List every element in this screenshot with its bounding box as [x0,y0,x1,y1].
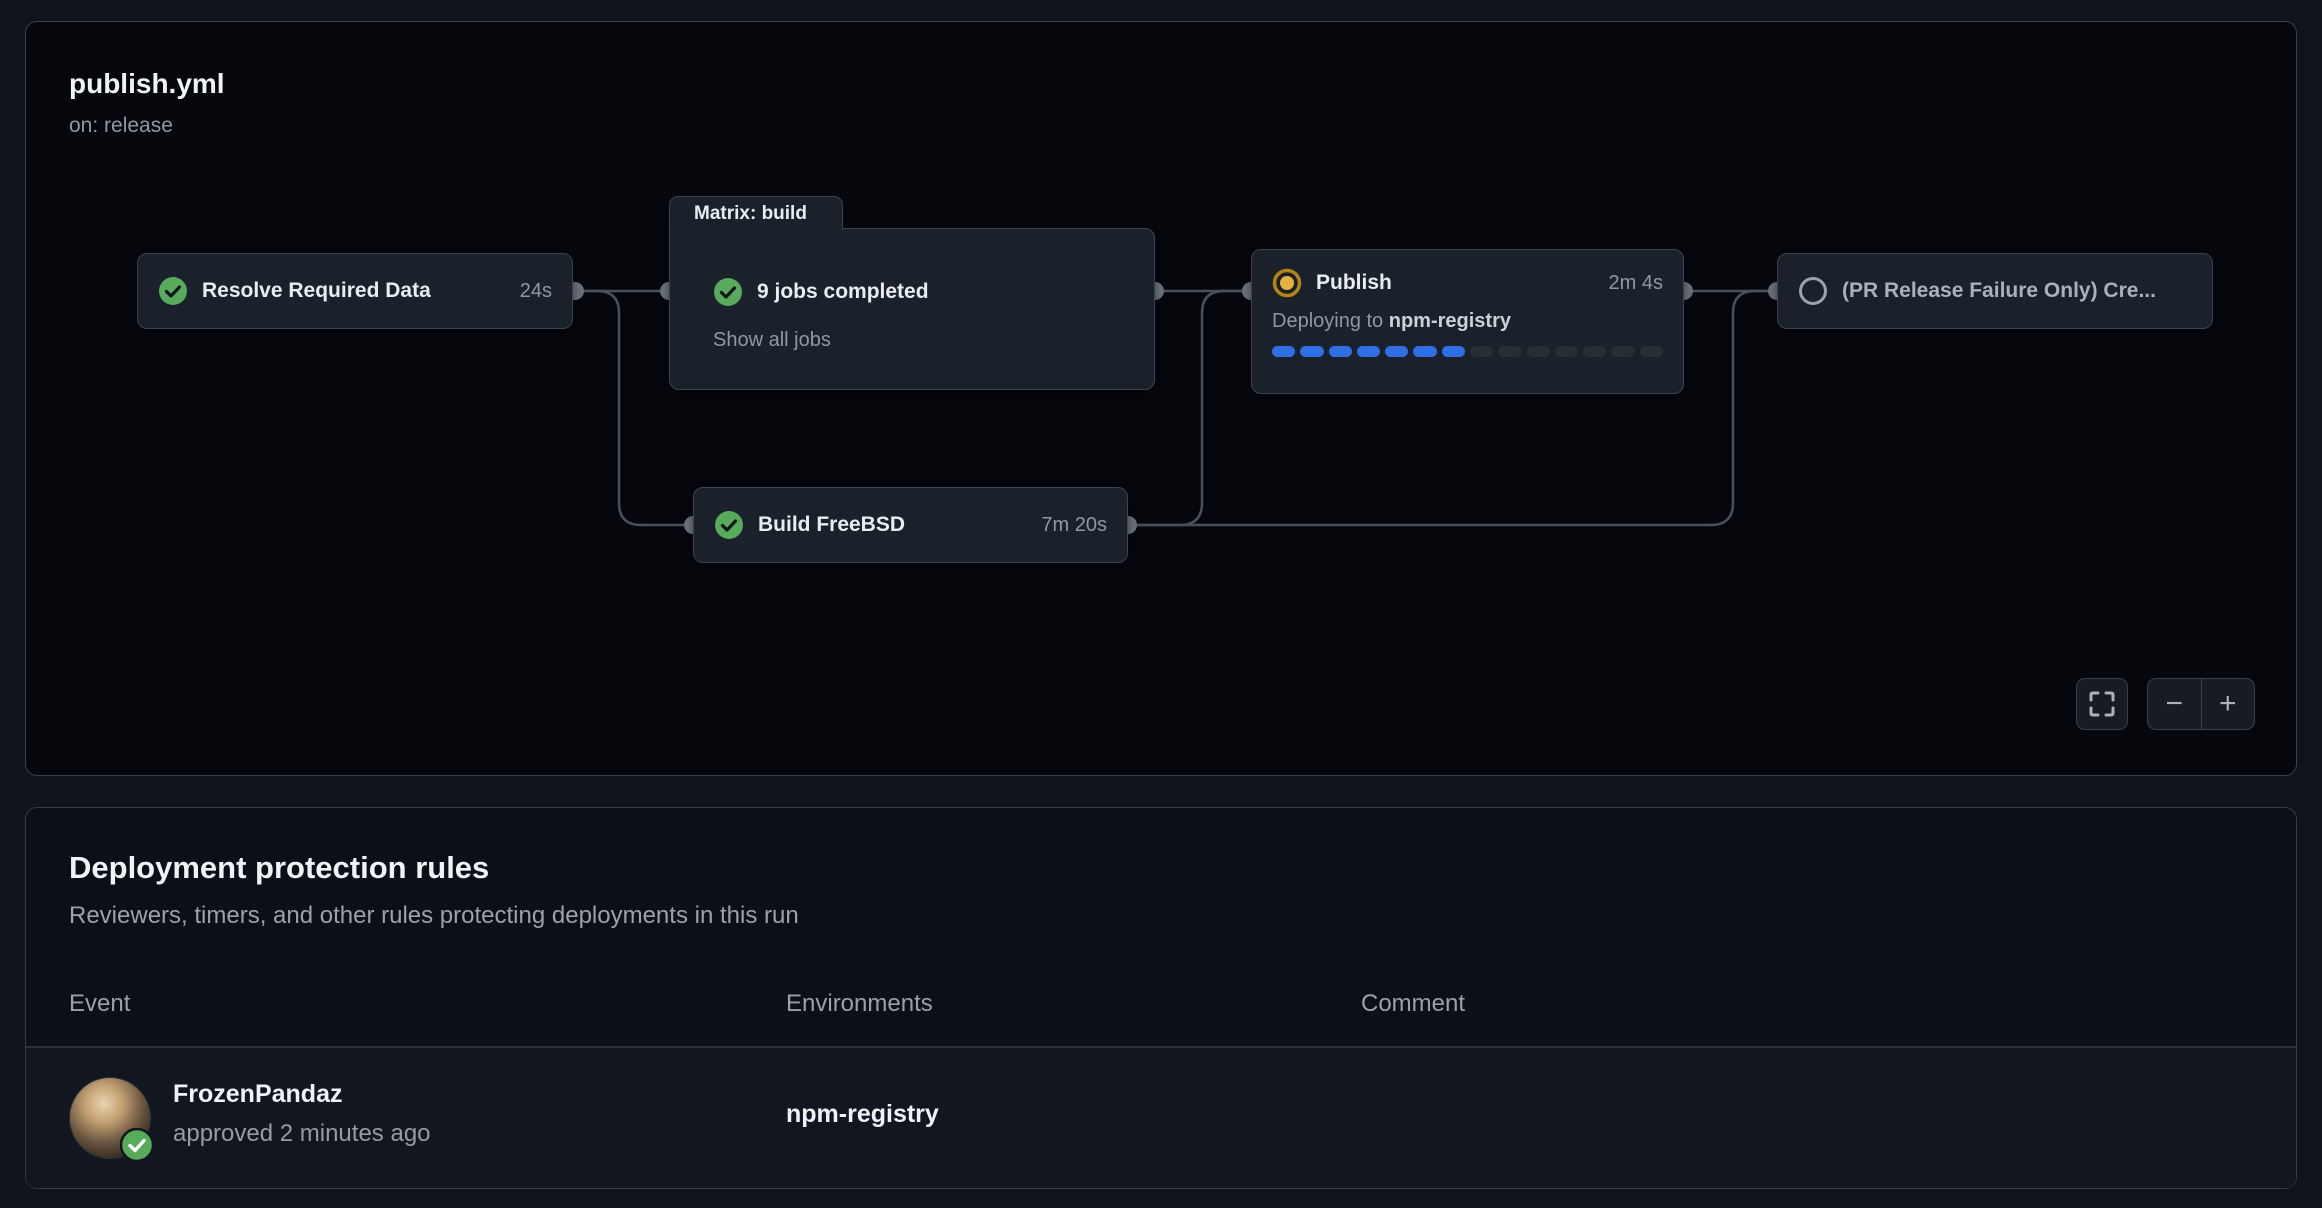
node-pr-release-failure[interactable]: (PR Release Failure Only) Cre... [1777,253,2213,329]
column-header-environments: Environments [786,990,933,1018]
in-progress-icon [1272,268,1302,298]
workflow-title: publish.yml [69,68,225,100]
column-header-comment: Comment [1361,990,1465,1018]
protection-subtitle: Reviewers, timers, and other rules prote… [69,902,799,930]
show-all-jobs-link[interactable]: Show all jobs [713,329,831,352]
deploy-status-text: Deploying to npm-registry [1272,310,1663,333]
environment-name: npm-registry [786,1100,939,1129]
progress-segment [1329,346,1352,357]
node-matrix-build[interactable]: 9 jobs completed Show all jobs [669,228,1155,390]
zoom-out-button[interactable]: − [2148,679,2202,729]
deploy-target: npm-registry [1389,310,1511,332]
progress-segment [1357,346,1380,357]
table-row: FrozenPandaz approved 2 minutes ago npm-… [26,1048,2296,1189]
progress-segment [1583,346,1606,357]
matrix-group-tab: Matrix: build [669,196,843,230]
progress-segment [1611,346,1634,357]
node-label: Publish [1316,271,1392,295]
protection-title: Deployment protection rules [69,850,489,886]
avatar[interactable] [69,1077,151,1159]
progress-segment [1300,346,1323,357]
column-header-event: Event [69,990,130,1018]
node-label: Resolve Required Data [202,279,431,303]
approved-check-badge-icon [120,1128,154,1162]
fullscreen-icon [2089,691,2115,717]
node-publish[interactable]: Publish 2m 4s Deploying to npm-registry [1251,249,1684,394]
progress-segment [1498,346,1521,357]
deploy-progress-bar [1272,346,1663,357]
zoom-control: − + [2147,678,2255,730]
progress-segment [1413,346,1436,357]
progress-segment [1385,346,1408,357]
workflow-graph-panel: publish.yml on: release [25,21,2297,776]
progress-segment [1640,346,1663,357]
success-icon [158,276,188,306]
pending-icon [1798,276,1828,306]
node-label: (PR Release Failure Only) Cre... [1842,279,2156,303]
node-duration: 24s [520,280,552,303]
progress-segment [1527,346,1550,357]
zoom-in-button[interactable]: + [2202,679,2255,729]
matrix-group-label: Matrix: build [694,203,807,225]
node-build-freebsd[interactable]: Build FreeBSD 7m 20s [693,487,1128,563]
success-icon [713,277,743,307]
approval-status-text: approved 2 minutes ago [173,1120,431,1148]
node-label: Build FreeBSD [758,513,905,537]
success-icon [714,510,744,540]
node-duration: 7m 20s [1041,514,1107,537]
node-duration: 2m 4s [1609,272,1663,295]
node-resolve-required-data[interactable]: Resolve Required Data 24s [137,253,573,329]
fullscreen-button[interactable] [2076,678,2128,730]
progress-segment [1442,346,1465,357]
progress-segment [1555,346,1578,357]
progress-segment [1272,346,1295,357]
matrix-status-label: 9 jobs completed [757,280,929,304]
progress-segment [1470,346,1493,357]
deployment-protection-panel: Deployment protection rules Reviewers, t… [25,807,2297,1189]
workflow-trigger: on: release [69,114,173,138]
approver-username[interactable]: FrozenPandaz [173,1080,342,1109]
